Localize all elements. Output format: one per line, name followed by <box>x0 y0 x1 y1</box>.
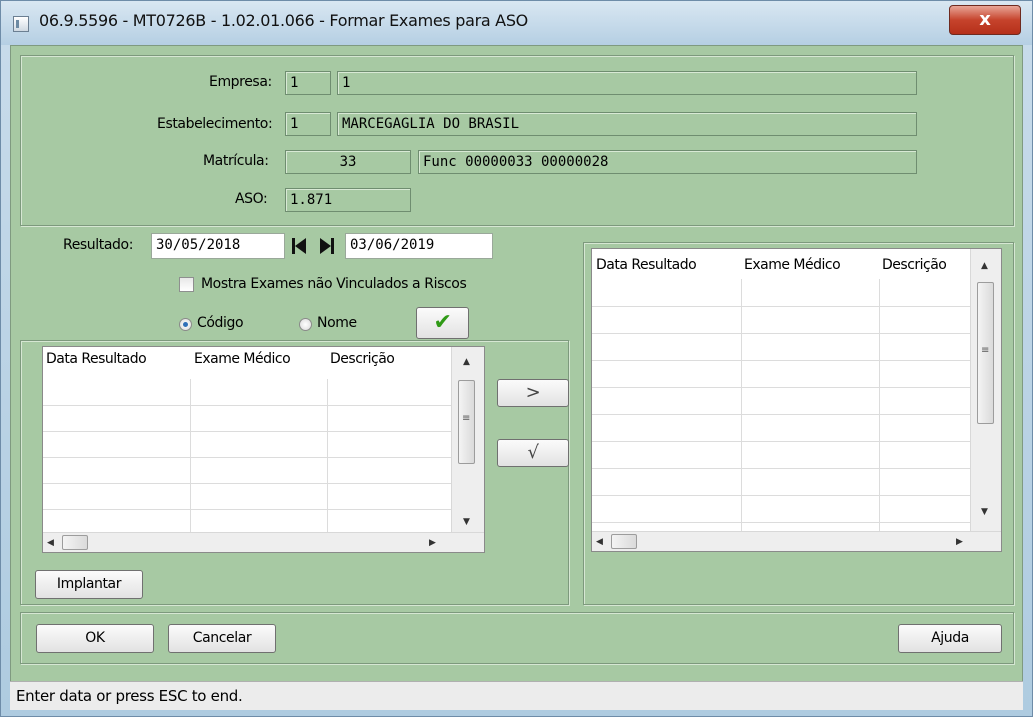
add-exam-button[interactable]: > <box>497 379 569 407</box>
codigo-radio-label: Código <box>197 315 244 331</box>
aso-field[interactable]: 1.871 <box>285 188 411 212</box>
status-text: Enter data or press ESC to end. <box>16 687 243 705</box>
cancelar-button[interactable]: Cancelar <box>168 624 276 653</box>
matricula-label: Matrícula: <box>203 153 269 169</box>
vertical-scrollbar[interactable]: ▲ ≡ ▼ <box>970 249 1001 531</box>
empresa-label: Empresa: <box>209 74 272 90</box>
scroll-right-icon[interactable]: ▶ <box>429 538 436 548</box>
nome-radio[interactable] <box>299 318 312 331</box>
application-window: 06.9.5596 - MT0726B - 1.02.01.066 - Form… <box>0 0 1033 717</box>
horizontal-scroll-thumb[interactable] <box>611 534 637 549</box>
scroll-down-icon[interactable]: ▼ <box>981 507 988 517</box>
last-record-icon[interactable] <box>320 238 336 254</box>
scroll-down-icon[interactable]: ▼ <box>463 517 470 527</box>
available-exams-grid[interactable]: Data Resultado Exame Médico Descrição ▲ … <box>42 346 485 553</box>
client-area: Empresa: 1 1 Estabelecimento: 1 MARCEGAG… <box>10 45 1023 710</box>
ok-button[interactable]: OK <box>36 624 154 653</box>
empresa-code-field[interactable]: 1 <box>285 71 331 95</box>
resultado-label: Resultado: <box>63 237 134 253</box>
aso-label: ASO: <box>235 191 268 207</box>
ajuda-button[interactable]: Ajuda <box>898 624 1002 653</box>
nome-radio-label: Nome <box>317 315 357 331</box>
scroll-up-icon[interactable]: ▲ <box>463 357 470 367</box>
codigo-radio[interactable] <box>179 318 192 331</box>
close-button[interactable]: x <box>949 5 1021 35</box>
scroll-thumb[interactable]: ≡ <box>977 282 994 424</box>
confirm-transfer-button[interactable]: √ <box>497 439 569 467</box>
column-header-descricao[interactable]: Descrição <box>330 351 395 367</box>
checkmark-icon: ✔ <box>433 310 452 335</box>
close-icon: x <box>979 9 991 30</box>
empresa-name-field[interactable]: 1 <box>337 71 917 95</box>
column-header-descricao[interactable]: Descrição <box>882 257 947 273</box>
unlinked-exams-label: Mostra Exames não Vinculados a Riscos <box>201 276 467 292</box>
selected-exams-grid[interactable]: Data Resultado Exame Médico Descrição ▲ … <box>591 248 1002 552</box>
matricula-field[interactable]: 33 <box>285 150 411 174</box>
window-title: 06.9.5596 - MT0726B - 1.02.01.066 - Form… <box>39 11 528 30</box>
vertical-scrollbar[interactable]: ▲ ≡ ▼ <box>451 347 484 532</box>
column-header-data-resultado[interactable]: Data Resultado <box>46 351 147 367</box>
horizontal-scrollbar[interactable]: ◀ ▶ <box>43 532 484 552</box>
matricula-name-field[interactable]: Func 00000033 00000028 <box>418 150 917 174</box>
column-header-exame-medico[interactable]: Exame Médico <box>744 257 841 273</box>
unlinked-exams-checkbox[interactable] <box>179 277 194 292</box>
horizontal-scrollbar[interactable]: ◀ ▶ <box>592 531 1001 551</box>
column-header-data-resultado[interactable]: Data Resultado <box>596 257 697 273</box>
estabelecimento-label: Estabelecimento: <box>157 116 273 132</box>
apply-filter-button[interactable]: ✔ <box>416 307 469 339</box>
horizontal-scroll-thumb[interactable] <box>62 535 88 550</box>
date-to-field[interactable]: 03/06/2019 <box>345 233 493 259</box>
scroll-thumb[interactable]: ≡ <box>458 380 475 464</box>
window-icon <box>13 16 29 32</box>
scroll-left-icon[interactable]: ◀ <box>47 538 54 548</box>
estabelecimento-name-field[interactable]: MARCEGAGLIA DO BRASIL <box>337 112 917 136</box>
implantar-button[interactable]: Implantar <box>35 570 143 599</box>
estabelecimento-code-field[interactable]: 1 <box>285 112 331 136</box>
scroll-right-icon[interactable]: ▶ <box>956 537 963 547</box>
column-header-exame-medico[interactable]: Exame Médico <box>194 351 291 367</box>
first-record-icon[interactable] <box>292 238 308 254</box>
scroll-left-icon[interactable]: ◀ <box>596 537 603 547</box>
scroll-up-icon[interactable]: ▲ <box>981 261 988 271</box>
title-bar[interactable]: 06.9.5596 - MT0726B - 1.02.01.066 - Form… <box>1 1 1032 45</box>
date-from-field[interactable]: 30/05/2018 <box>151 233 285 259</box>
status-bar: Enter data or press ESC to end. <box>10 681 1023 710</box>
